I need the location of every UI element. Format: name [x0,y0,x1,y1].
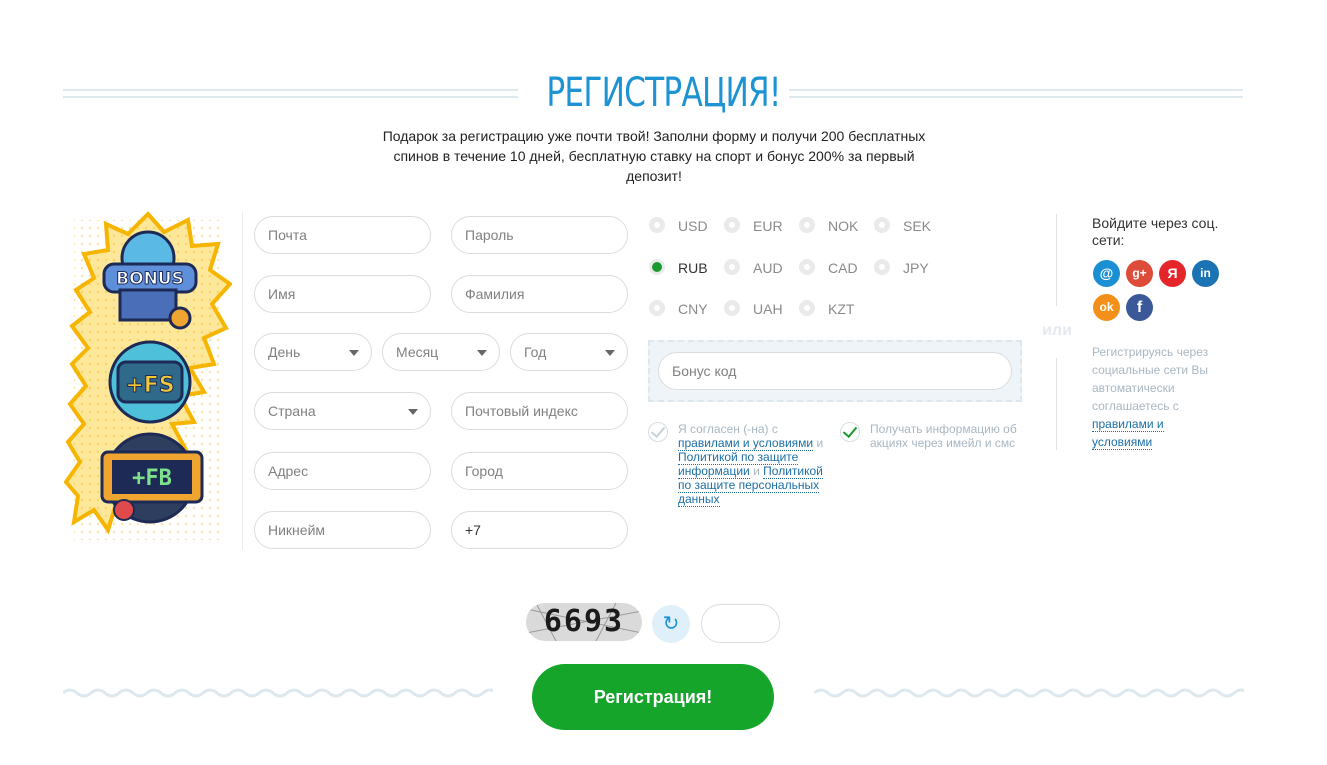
captcha-image: 6693 [526,603,642,641]
mail-icon[interactable]: @ [1093,260,1120,287]
newsletter-checkbox[interactable]: Получать информацию об акциях через имей… [840,422,1020,450]
last-name-field[interactable]: Фамилия [451,275,628,313]
page-subtitle: Подарок за регистрацию уже почти твой! З… [382,128,926,184]
yandex-icon[interactable]: Я [1159,260,1186,287]
currency-label: NOK [828,218,859,234]
terms-link[interactable]: правилами и условиями [678,436,814,451]
currency-label: KZT [828,301,855,317]
city-field[interactable]: Город [451,452,628,490]
social-terms-link[interactable]: правилами и условиями [1092,417,1164,450]
year-select[interactable]: Год [510,333,628,371]
bonus-illustration: BONUS +FS +FB [63,210,233,555]
facebook-icon[interactable]: f [1126,294,1153,321]
radio-dot [874,217,890,233]
radio-dot [649,259,665,275]
day-select[interactable]: День [254,333,372,371]
free-spins-robot-icon: +FS [108,340,192,424]
radio-dot [649,217,665,233]
currency-label: CAD [828,260,858,276]
terms-checkbox[interactable]: Я согласен (-на) с правилами и условиями… [648,422,826,507]
email-field[interactable]: Почта [254,216,431,254]
password-field[interactable]: Пароль [451,216,628,254]
wave-left [63,688,493,698]
currency-label: UAH [753,301,783,317]
nickname-field[interactable]: Никнейм [254,511,431,549]
illustration-divider [242,212,243,550]
newsletter-text: Получать информацию об акциях через имей… [870,422,1017,450]
radio-dot [799,217,815,233]
page-title: РЕГИСТРАЦИЯ! [546,70,781,116]
google-plus-icon[interactable]: g+ [1126,260,1153,287]
svg-text:+FB: +FB [132,466,172,491]
radio-dot [874,259,890,275]
and-text: и [816,436,824,450]
odnoklassniki-icon[interactable]: ok [1093,294,1120,321]
refresh-icon[interactable]: ↻ [652,605,690,643]
radio-dot [724,217,740,233]
phone-field[interactable]: +7 [451,511,628,549]
currency-label: SEK [903,218,932,234]
social-note-text: Регистрируясь через социальные сети Вы а… [1092,345,1209,413]
radio-dot [799,300,815,316]
currency-label: USD [678,218,708,234]
svg-text:BONUS: BONUS [116,269,184,289]
radio-dot [724,300,740,316]
checkmark-icon [840,422,860,442]
terms-text: Я согласен (-на) с [678,422,778,436]
month-select[interactable]: Месяц [382,333,500,371]
svg-text:+FS: +FS [125,373,174,398]
currency-label: JPY [903,260,929,276]
radio-dot [649,300,665,316]
currency-label: EUR [753,218,783,234]
social-note: Регистрируясь через социальные сети Вы а… [1092,343,1212,451]
country-select[interactable]: Страна [254,392,431,430]
captcha-input[interactable] [701,604,780,643]
currency-label: CNY [678,301,708,317]
register-button[interactable]: Регистрация! [532,664,774,730]
postal-code-field[interactable]: Почтовый индекс [451,392,628,430]
or-label: или [1042,322,1072,339]
checkbox-icon [648,422,668,442]
address-field[interactable]: Адрес [254,452,431,490]
and-text: и [753,464,760,478]
captcha-code: 6693 [543,604,625,639]
radio-dot [724,259,740,275]
first-name-field[interactable]: Имя [254,275,431,313]
or-divider-bottom [1056,358,1057,450]
social-title: Войдите через соц. сети: [1092,215,1219,248]
currency-label: RUB [678,260,708,276]
currency-label: AUD [753,260,783,276]
or-divider-top [1056,214,1057,306]
radio-dot [799,259,815,275]
linkedin-icon[interactable]: in [1192,260,1219,287]
bonus-code-input[interactable]: Бонус код [658,352,1012,390]
wave-right [814,688,1244,698]
